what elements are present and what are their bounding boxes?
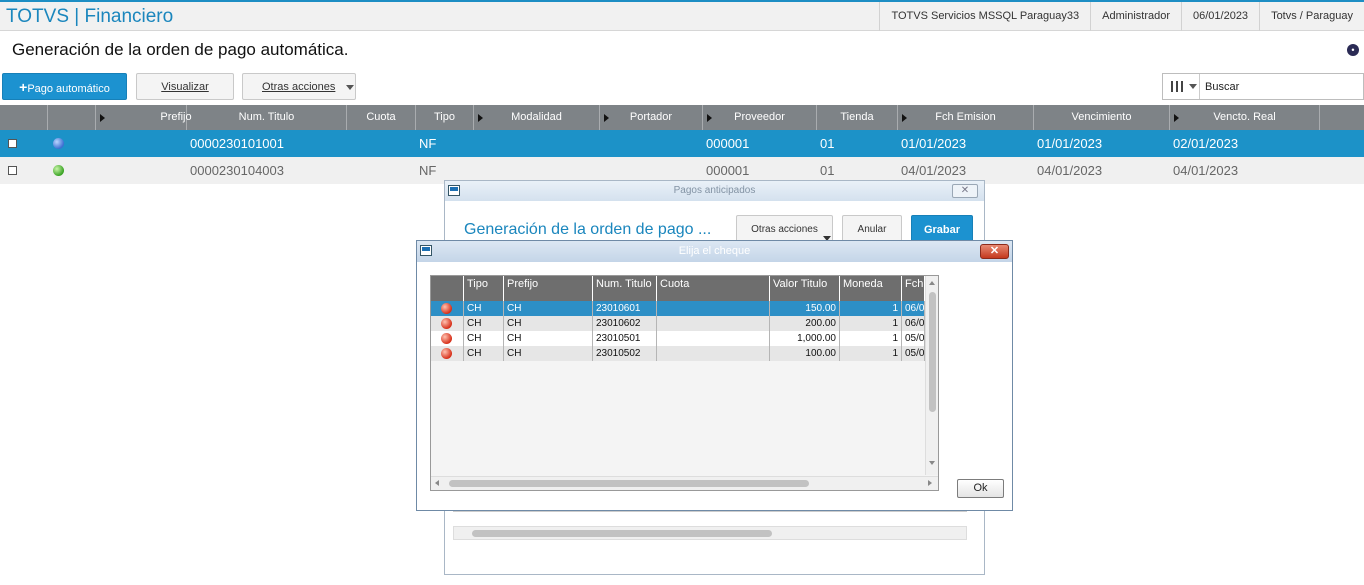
scroll-up-icon[interactable]: [929, 281, 935, 285]
grabar-label: Grabar: [923, 224, 961, 236]
col-num-titulo[interactable]: Num. Titulo: [593, 276, 657, 301]
header-tipo[interactable]: Tipo: [416, 105, 474, 130]
sort-arrow-icon: [100, 114, 105, 122]
search-box: [1162, 73, 1364, 100]
header-fch-emision[interactable]: Fch Emision: [898, 105, 1034, 130]
header-vencimiento[interactable]: Vencimiento: [1034, 105, 1170, 130]
dialog-titlebar[interactable]: Elija el cheque ✕: [417, 241, 1012, 262]
scroll-thumb[interactable]: [929, 292, 936, 412]
sort-arrow-icon: [478, 114, 483, 122]
anular-label: Anular: [857, 224, 887, 235]
cell-proveedor: 000001: [706, 136, 750, 151]
col-moneda[interactable]: Moneda: [840, 276, 902, 301]
server-name[interactable]: TOTVS Servicios MSSQL Paraguay33: [879, 2, 1090, 31]
caret-down-icon[interactable]: [1189, 84, 1197, 89]
cell-num-titulo: 0000230101001: [190, 136, 284, 151]
sort-arrow-icon: [707, 114, 712, 122]
table-row[interactable]: 0000230101001 NF 000001 01 01/01/2023 01…: [0, 130, 1364, 157]
ok-label: Ok: [973, 482, 988, 494]
status-dot-icon: [53, 138, 64, 149]
app-brand: TOTVS | Financiero: [6, 6, 174, 27]
cell-vencto-real: 02/01/2023: [1173, 136, 1239, 151]
close-icon[interactable]: ✕: [952, 184, 978, 198]
row-checkbox[interactable]: [8, 166, 17, 175]
table-row[interactable]: CH CH 23010502 100.00 1 05/0: [431, 346, 925, 361]
col-cuota[interactable]: Cuota: [657, 276, 770, 301]
header-status-col: [48, 105, 96, 130]
visualizar-label: Visualizar: [161, 81, 209, 93]
cheque-grid: Tipo Prefijo Num. Titulo Cuota Valor Tit…: [430, 275, 939, 491]
col-tipo[interactable]: Tipo: [464, 276, 504, 301]
header-vencto-real[interactable]: Vencto. Real: [1170, 105, 1320, 130]
col-valor-titulo[interactable]: Valor Titulo: [770, 276, 840, 301]
status-dot-icon: [441, 333, 452, 344]
header-proveedor[interactable]: Proveedor: [703, 105, 817, 130]
cell-vencto-real: 04/01/2023: [1173, 163, 1239, 178]
header-num-titulo[interactable]: Num. Titulo: [187, 105, 347, 130]
horizontal-scrollbar[interactable]: [431, 476, 938, 490]
col-prefijo[interactable]: Prefijo: [504, 276, 593, 301]
caret-down-icon: [346, 85, 354, 90]
scroll-right-icon[interactable]: [928, 480, 932, 486]
ok-button[interactable]: Ok: [957, 479, 1004, 498]
grid-header: Prefijo Num. Titulo Cuota Tipo Modalidad…: [0, 105, 1364, 130]
cell-tipo: NF: [419, 136, 437, 151]
visualizar-button[interactable]: Visualizar: [136, 73, 234, 100]
cell-num-titulo: 0000230104003: [190, 163, 284, 178]
header-checkbox-col: [0, 105, 48, 130]
dialog-title: Elija el cheque: [678, 245, 751, 257]
dialog-titlebar[interactable]: Pagos anticipados ✕: [445, 181, 984, 201]
user-name[interactable]: Administrador: [1090, 2, 1181, 31]
page-title: Generación de la orden de pago automátic…: [12, 40, 349, 59]
cheque-grid-header: Tipo Prefijo Num. Titulo Cuota Valor Tit…: [431, 276, 925, 301]
session-info: TOTVS Servicios MSSQL Paraguay33 Adminis…: [879, 2, 1364, 31]
otras-acciones-button[interactable]: Otras acciones: [242, 73, 356, 100]
status-dot-icon: [53, 165, 64, 176]
col-fch[interactable]: Fch: [902, 276, 925, 301]
status-dot-icon: [441, 318, 452, 329]
company-name[interactable]: Totvs / Paraguay: [1259, 2, 1364, 31]
table-row[interactable]: CH CH 23010601 150.00 1 06/0: [431, 301, 925, 316]
scroll-left-icon[interactable]: [435, 480, 439, 486]
sort-arrow-icon: [1174, 114, 1179, 122]
scroll-down-icon[interactable]: [929, 461, 935, 465]
sort-arrow-icon: [902, 114, 907, 122]
cell-tienda: 01: [820, 136, 835, 151]
otras-acciones-label: Otras acciones: [262, 81, 336, 93]
header-prefijo[interactable]: Prefijo: [96, 105, 192, 130]
table-row[interactable]: CH CH 23010501 1,000.00 1 05/0: [431, 331, 925, 346]
status-dot-icon: [441, 348, 452, 359]
dialog-title: Pagos anticipados: [673, 185, 756, 196]
cell-fch-emision: 01/01/2023: [901, 136, 967, 151]
cell-vencimiento: 04/01/2023: [1037, 163, 1103, 178]
base-date[interactable]: 06/01/2023: [1181, 2, 1259, 31]
cell-tipo: NF: [419, 163, 437, 178]
header-cuota[interactable]: Cuota: [347, 105, 416, 130]
elija-cheque-dialog: Elija el cheque ✕ Tipo Prefijo Num. Titu…: [416, 240, 1013, 511]
pago-automatico-label: Pago automático: [27, 83, 110, 95]
cell-vencimiento: 01/01/2023: [1037, 136, 1103, 151]
row-checkbox[interactable]: [8, 139, 17, 148]
top-bar: TOTVS | Financiero TOTVS Servicios MSSQL…: [0, 0, 1364, 31]
scroll-thumb[interactable]: [449, 480, 809, 487]
pago-automatico-button[interactable]: +Pago automático: [2, 73, 127, 100]
status-dot-icon: [441, 303, 452, 314]
search-input[interactable]: [1203, 78, 1353, 95]
table-row[interactable]: CH CH 23010602 200.00 1 06/0: [431, 316, 925, 331]
window-icon: [420, 245, 432, 256]
close-icon[interactable]: ✕: [980, 244, 1009, 259]
horizontal-scrollbar[interactable]: [453, 526, 967, 540]
window-icon: [448, 185, 460, 196]
header-tienda[interactable]: Tienda: [817, 105, 898, 130]
otras-acciones-label: Otras acciones: [751, 224, 818, 235]
sort-arrow-icon: [604, 114, 609, 122]
header-portador[interactable]: Portador: [600, 105, 703, 130]
dialog-heading: Generación de la orden de pago ...: [464, 221, 712, 238]
columns-icon[interactable]: [1171, 81, 1183, 92]
menu-circle-icon[interactable]: •: [1347, 44, 1359, 56]
header-modalidad[interactable]: Modalidad: [474, 105, 600, 130]
vertical-scrollbar[interactable]: [925, 276, 938, 475]
